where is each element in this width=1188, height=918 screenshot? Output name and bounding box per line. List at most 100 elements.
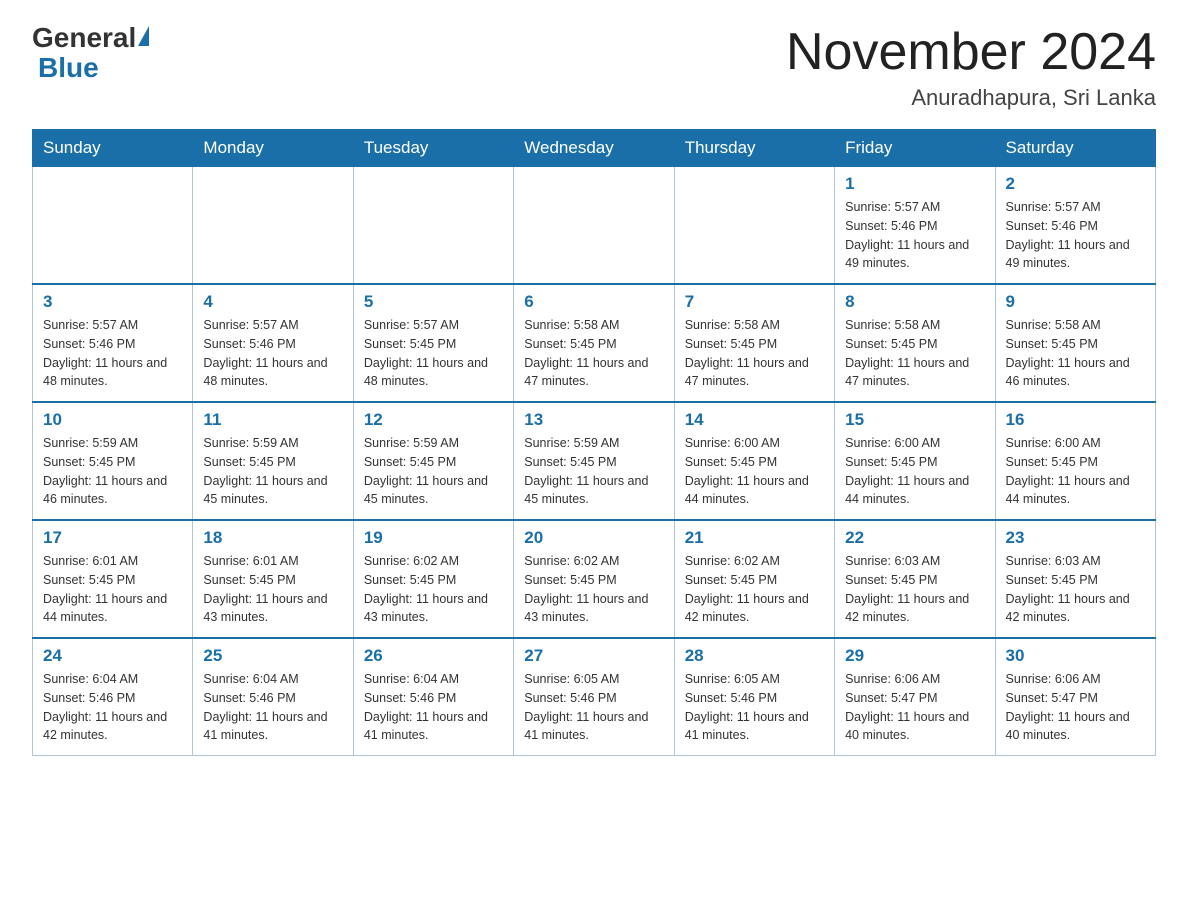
header: General Blue November 2024 Anuradhapura,… [32, 24, 1156, 111]
cell-sun-info: Sunrise: 5:58 AMSunset: 5:45 PMDaylight:… [524, 316, 663, 391]
calendar-title: November 2024 [786, 24, 1156, 81]
cell-day-number: 19 [364, 528, 503, 548]
cell-day-number: 18 [203, 528, 342, 548]
calendar-week-row: 17 Sunrise: 6:01 AMSunset: 5:45 PMDayligh… [33, 520, 1156, 638]
cell-sun-info: Sunrise: 5:58 AMSunset: 5:45 PMDaylight:… [685, 316, 824, 391]
cell-day-number: 9 [1006, 292, 1145, 312]
calendar-cell: 18 Sunrise: 6:01 AMSunset: 5:45 PMDayligh… [193, 520, 353, 638]
calendar-cell: 3 Sunrise: 5:57 AMSunset: 5:46 PMDaylight… [33, 284, 193, 402]
calendar-cell: 12 Sunrise: 5:59 AMSunset: 5:45 PMDayligh… [353, 402, 513, 520]
calendar-cell: 2 Sunrise: 5:57 AMSunset: 5:46 PMDaylight… [995, 167, 1155, 285]
cell-sun-info: Sunrise: 6:01 AMSunset: 5:45 PMDaylight:… [43, 552, 182, 627]
weekday-header-sunday: Sunday [33, 130, 193, 167]
cell-day-number: 22 [845, 528, 984, 548]
cell-day-number: 14 [685, 410, 824, 430]
calendar-cell: 14 Sunrise: 6:00 AMSunset: 5:45 PMDayligh… [674, 402, 834, 520]
calendar-cell: 29 Sunrise: 6:06 AMSunset: 5:47 PMDayligh… [835, 638, 995, 756]
cell-day-number: 24 [43, 646, 182, 666]
cell-day-number: 28 [685, 646, 824, 666]
cell-day-number: 5 [364, 292, 503, 312]
calendar-cell: 13 Sunrise: 5:59 AMSunset: 5:45 PMDayligh… [514, 402, 674, 520]
cell-day-number: 27 [524, 646, 663, 666]
cell-sun-info: Sunrise: 6:02 AMSunset: 5:45 PMDaylight:… [524, 552, 663, 627]
calendar-cell: 30Sunrise: 6:06 AMSunset: 5:47 PMDayligh… [995, 638, 1155, 756]
cell-sun-info: Sunrise: 6:02 AMSunset: 5:45 PMDaylight:… [364, 552, 503, 627]
calendar-cell: 25 Sunrise: 6:04 AMSunset: 5:46 PMDayligh… [193, 638, 353, 756]
cell-day-number: 11 [203, 410, 342, 430]
cell-sun-info: Sunrise: 6:01 AMSunset: 5:45 PMDaylight:… [203, 552, 342, 627]
cell-day-number: 13 [524, 410, 663, 430]
weekday-header-monday: Monday [193, 130, 353, 167]
cell-sun-info: Sunrise: 6:05 AMSunset: 5:46 PMDaylight:… [685, 670, 824, 745]
cell-day-number: 10 [43, 410, 182, 430]
calendar-table: SundayMondayTuesdayWednesdayThursdayFrid… [32, 129, 1156, 756]
cell-day-number: 7 [685, 292, 824, 312]
calendar-cell: 21Sunrise: 6:02 AMSunset: 5:45 PMDayligh… [674, 520, 834, 638]
calendar-cell: 20Sunrise: 6:02 AMSunset: 5:45 PMDayligh… [514, 520, 674, 638]
weekday-header-saturday: Saturday [995, 130, 1155, 167]
cell-sun-info: Sunrise: 5:57 AMSunset: 5:45 PMDaylight:… [364, 316, 503, 391]
calendar-week-row: 1 Sunrise: 5:57 AMSunset: 5:46 PMDaylight… [33, 167, 1156, 285]
cell-sun-info: Sunrise: 6:03 AMSunset: 5:45 PMDaylight:… [845, 552, 984, 627]
cell-day-number: 3 [43, 292, 182, 312]
cell-day-number: 29 [845, 646, 984, 666]
calendar-week-row: 24 Sunrise: 6:04 AMSunset: 5:46 PMDayligh… [33, 638, 1156, 756]
cell-day-number: 1 [845, 174, 984, 194]
calendar-cell: 19 Sunrise: 6:02 AMSunset: 5:45 PMDayligh… [353, 520, 513, 638]
cell-day-number: 6 [524, 292, 663, 312]
calendar-cell: 4 Sunrise: 5:57 AMSunset: 5:46 PMDaylight… [193, 284, 353, 402]
calendar-cell [674, 167, 834, 285]
calendar-cell: 16Sunrise: 6:00 AMSunset: 5:45 PMDayligh… [995, 402, 1155, 520]
cell-day-number: 25 [203, 646, 342, 666]
calendar-cell: 17 Sunrise: 6:01 AMSunset: 5:45 PMDayligh… [33, 520, 193, 638]
cell-day-number: 15 [845, 410, 984, 430]
cell-day-number: 17 [43, 528, 182, 548]
calendar-cell [33, 167, 193, 285]
logo-blue-text: Blue [38, 52, 99, 83]
cell-day-number: 2 [1006, 174, 1145, 194]
calendar-week-row: 10 Sunrise: 5:59 AMSunset: 5:45 PMDayligh… [33, 402, 1156, 520]
cell-day-number: 30 [1006, 646, 1145, 666]
calendar-cell: 6 Sunrise: 5:58 AMSunset: 5:45 PMDaylight… [514, 284, 674, 402]
cell-sun-info: Sunrise: 5:58 AMSunset: 5:45 PMDaylight:… [845, 316, 984, 391]
cell-sun-info: Sunrise: 6:06 AMSunset: 5:47 PMDaylight:… [845, 670, 984, 745]
weekday-header-friday: Friday [835, 130, 995, 167]
calendar-cell: 7 Sunrise: 5:58 AMSunset: 5:45 PMDaylight… [674, 284, 834, 402]
cell-day-number: 8 [845, 292, 984, 312]
cell-sun-info: Sunrise: 5:57 AMSunset: 5:46 PMDaylight:… [203, 316, 342, 391]
cell-sun-info: Sunrise: 5:59 AMSunset: 5:45 PMDaylight:… [364, 434, 503, 509]
calendar-cell: 22 Sunrise: 6:03 AMSunset: 5:45 PMDayligh… [835, 520, 995, 638]
logo-general-text: General [32, 24, 136, 52]
cell-sun-info: Sunrise: 5:57 AMSunset: 5:46 PMDaylight:… [1006, 198, 1145, 273]
calendar-cell: 5 Sunrise: 5:57 AMSunset: 5:45 PMDaylight… [353, 284, 513, 402]
calendar-cell: 26 Sunrise: 6:04 AMSunset: 5:46 PMDayligh… [353, 638, 513, 756]
cell-day-number: 21 [685, 528, 824, 548]
cell-sun-info: Sunrise: 5:58 AMSunset: 5:45 PMDaylight:… [1006, 316, 1145, 391]
cell-sun-info: Sunrise: 5:57 AMSunset: 5:46 PMDaylight:… [845, 198, 984, 273]
calendar-cell [514, 167, 674, 285]
cell-sun-info: Sunrise: 5:59 AMSunset: 5:45 PMDaylight:… [524, 434, 663, 509]
cell-sun-info: Sunrise: 6:00 AMSunset: 5:45 PMDaylight:… [685, 434, 824, 509]
calendar-cell [193, 167, 353, 285]
cell-day-number: 4 [203, 292, 342, 312]
weekday-header-tuesday: Tuesday [353, 130, 513, 167]
cell-sun-info: Sunrise: 6:05 AMSunset: 5:46 PMDaylight:… [524, 670, 663, 745]
cell-day-number: 12 [364, 410, 503, 430]
calendar-cell: 15 Sunrise: 6:00 AMSunset: 5:45 PMDayligh… [835, 402, 995, 520]
calendar-subtitle: Anuradhapura, Sri Lanka [786, 85, 1156, 111]
cell-sun-info: Sunrise: 6:04 AMSunset: 5:46 PMDaylight:… [364, 670, 503, 745]
cell-sun-info: Sunrise: 6:00 AMSunset: 5:45 PMDaylight:… [845, 434, 984, 509]
calendar-cell: 27 Sunrise: 6:05 AMSunset: 5:46 PMDayligh… [514, 638, 674, 756]
calendar-cell: 28 Sunrise: 6:05 AMSunset: 5:46 PMDayligh… [674, 638, 834, 756]
calendar-cell: 8 Sunrise: 5:58 AMSunset: 5:45 PMDaylight… [835, 284, 995, 402]
calendar-cell: 1 Sunrise: 5:57 AMSunset: 5:46 PMDaylight… [835, 167, 995, 285]
cell-day-number: 16 [1006, 410, 1145, 430]
cell-day-number: 23 [1006, 528, 1145, 548]
cell-day-number: 26 [364, 646, 503, 666]
weekday-header-wednesday: Wednesday [514, 130, 674, 167]
calendar-cell: 10Sunrise: 5:59 AMSunset: 5:45 PMDayligh… [33, 402, 193, 520]
calendar-cell: 23Sunrise: 6:03 AMSunset: 5:45 PMDayligh… [995, 520, 1155, 638]
cell-sun-info: Sunrise: 6:04 AMSunset: 5:46 PMDaylight:… [43, 670, 182, 745]
cell-sun-info: Sunrise: 5:57 AMSunset: 5:46 PMDaylight:… [43, 316, 182, 391]
cell-sun-info: Sunrise: 6:04 AMSunset: 5:46 PMDaylight:… [203, 670, 342, 745]
